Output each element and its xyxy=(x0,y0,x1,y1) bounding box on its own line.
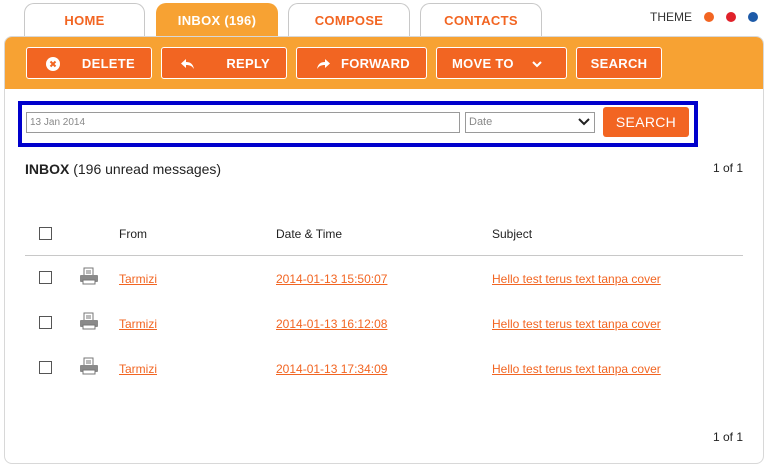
reply-arrow-icon xyxy=(181,59,194,69)
forward-button[interactable]: FORWARD xyxy=(296,47,427,79)
theme-red-swatch[interactable] xyxy=(726,12,736,22)
printer-icon[interactable] xyxy=(79,312,99,330)
header-datetime[interactable]: Date & Time xyxy=(276,227,342,241)
delete-label: DELETE xyxy=(81,56,135,71)
toolbar: DELETE REPLY FORWARD MOVE TO SEARCH xyxy=(5,37,763,89)
row-subject-link[interactable]: Hello test terus text tanpa cover xyxy=(492,362,661,376)
printer-icon[interactable] xyxy=(79,357,99,375)
row-from-link[interactable]: Tarmizi xyxy=(119,362,157,376)
row-datetime-link[interactable]: 2014-01-13 17:34:09 xyxy=(276,362,387,376)
inbox-heading: INBOX (196 unread messages) xyxy=(25,161,221,177)
toolbar-search-button[interactable]: SEARCH xyxy=(576,47,662,79)
header-from[interactable]: From xyxy=(119,227,147,241)
header-divider xyxy=(25,255,743,256)
pager-top: 1 of 1 xyxy=(712,161,743,175)
theme-orange-swatch[interactable] xyxy=(704,12,714,22)
row-subject-link[interactable]: Hello test terus text tanpa cover xyxy=(492,272,661,286)
row-from-link[interactable]: Tarmizi xyxy=(119,317,157,331)
chevron-down-icon xyxy=(578,118,590,126)
forward-arrow-icon xyxy=(317,59,330,69)
select-all-checkbox[interactable] xyxy=(39,227,52,240)
inbox-title: INBOX xyxy=(25,161,70,177)
row-datetime-link[interactable]: 2014-01-13 16:12:08 xyxy=(276,317,387,331)
row-checkbox[interactable] xyxy=(39,361,52,374)
header-subject[interactable]: Subject xyxy=(492,227,532,241)
search-button[interactable]: SEARCH xyxy=(603,107,689,137)
toolbar-search-label: SEARCH xyxy=(590,55,648,71)
tab-compose[interactable]: COMPOSE xyxy=(288,3,410,37)
pager-bottom: 1 of 1 xyxy=(712,430,743,444)
tab-contacts[interactable]: CONTACTS xyxy=(420,3,542,37)
mail-panel: DELETE REPLY FORWARD MOVE TO SEARCH 13 J… xyxy=(4,36,764,464)
row-checkbox[interactable] xyxy=(39,316,52,329)
move-to-dropdown[interactable]: MOVE TO xyxy=(436,47,567,79)
date-search-input[interactable]: 13 Jan 2014 xyxy=(26,112,460,133)
theme-blue-swatch[interactable] xyxy=(748,12,758,22)
row-checkbox[interactable] xyxy=(39,271,52,284)
close-circle-icon xyxy=(46,57,60,71)
search-field-value: Date xyxy=(469,116,493,128)
printer-icon[interactable] xyxy=(79,267,99,285)
row-datetime-link[interactable]: 2014-01-13 15:50:07 xyxy=(276,272,387,286)
forward-label: FORWARD xyxy=(340,56,410,71)
theme-picker: THEME xyxy=(650,10,758,24)
tab-home[interactable]: HOME xyxy=(24,3,145,37)
row-from-link[interactable]: Tarmizi xyxy=(119,272,157,286)
delete-button[interactable]: DELETE xyxy=(26,47,152,79)
unread-count: (196 unread messages) xyxy=(73,161,222,177)
search-field-select[interactable]: Date xyxy=(465,112,595,133)
move-to-label: MOVE TO xyxy=(452,56,514,71)
theme-label: THEME xyxy=(650,10,692,24)
reply-label: REPLY xyxy=(226,56,270,71)
chevron-down-icon xyxy=(532,61,542,68)
tab-inbox[interactable]: INBOX (196) xyxy=(156,3,278,37)
search-bar: 13 Jan 2014 Date SEARCH xyxy=(18,101,698,147)
row-subject-link[interactable]: Hello test terus text tanpa cover xyxy=(492,317,661,331)
reply-button[interactable]: REPLY xyxy=(161,47,287,79)
